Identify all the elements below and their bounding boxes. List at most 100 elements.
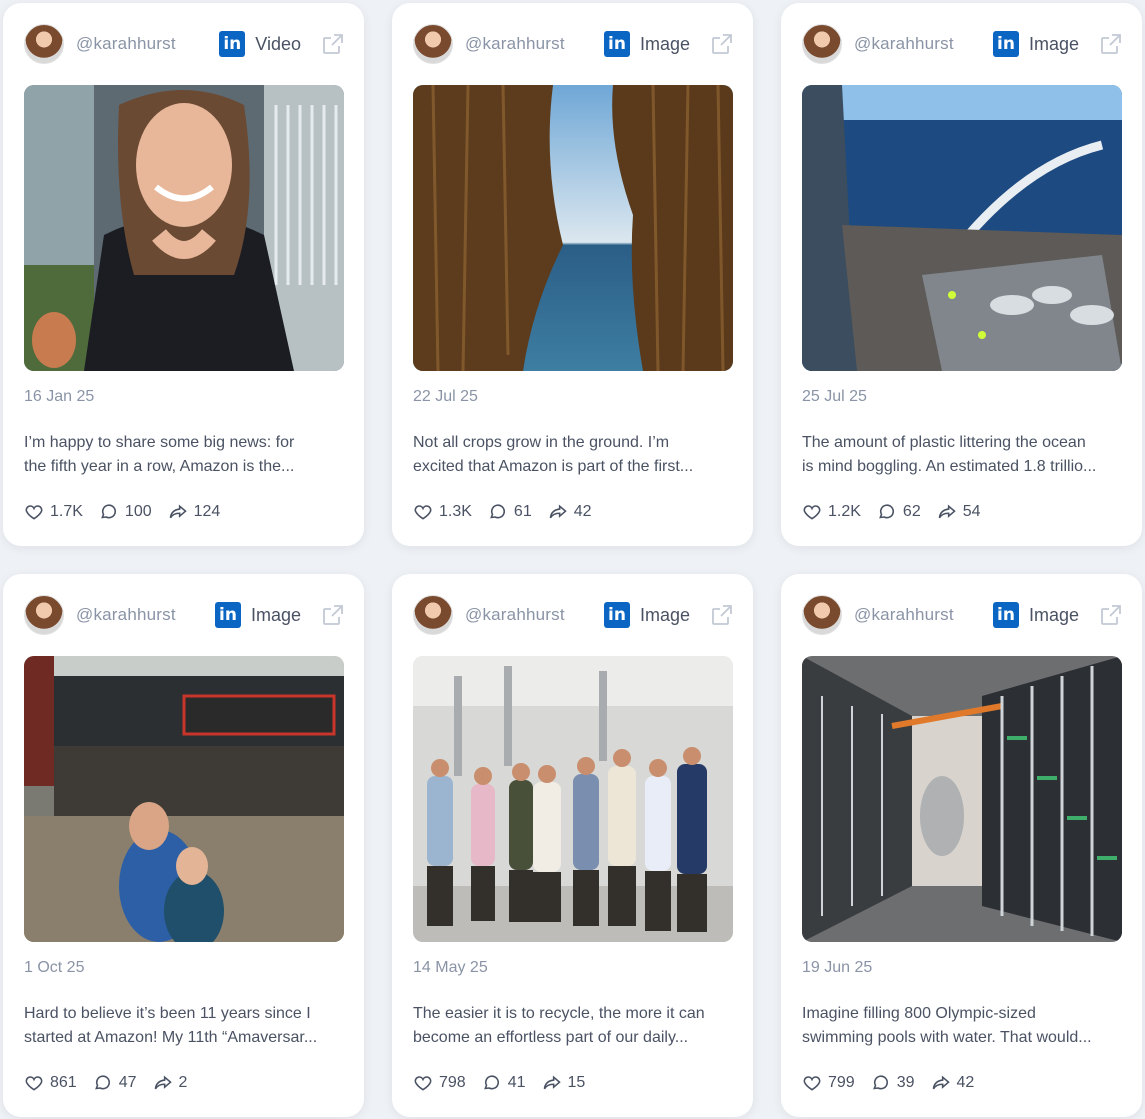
shares-count: 2 (178, 1074, 188, 1091)
post-date: 14 May 25 (413, 959, 488, 976)
caption-line: The amount of plastic littering the ocea… (802, 434, 1086, 451)
post-stats: 798 41 15 (413, 1073, 601, 1093)
linkedin-icon: in (603, 602, 630, 628)
post-grid: @karahhurst in Video 16 Jan 25 I’m happy… (0, 0, 1145, 1119)
post-date: 19 Jun 25 (802, 959, 873, 976)
avatar[interactable] (802, 595, 842, 635)
share-icon (154, 1075, 172, 1090)
external-link-icon[interactable] (710, 603, 734, 627)
post-card[interactable]: @karahhurst in Image 25 Jul 25 The amoun… (781, 3, 1142, 546)
post-card[interactable]: @karahhurst in Image 1 Oct 25 Hard to be… (3, 574, 364, 1117)
shares-count: 54 (962, 503, 981, 520)
post-header: @karahhurst in Image (413, 24, 734, 64)
heart-icon (414, 1076, 432, 1091)
linkedin-icon: in (992, 602, 1019, 628)
author-handle[interactable]: @karahhurst (76, 605, 176, 625)
comments-count: 41 (507, 1074, 526, 1091)
post-image[interactable] (802, 656, 1122, 942)
comments-stat: 61 (488, 502, 532, 522)
author-handle[interactable]: @karahhurst (854, 34, 954, 54)
post-image[interactable] (413, 85, 733, 371)
post-video-thumbnail[interactable] (24, 85, 344, 371)
likes-count: 861 (50, 1074, 77, 1091)
post-stats: 799 39 42 (802, 1073, 990, 1093)
post-image[interactable] (802, 85, 1122, 371)
post-caption[interactable]: The amount of plastic littering the ocea… (802, 431, 1124, 479)
comments-stat: 62 (877, 502, 921, 522)
avatar[interactable] (24, 24, 64, 64)
comment-icon (879, 504, 894, 519)
external-link-icon[interactable] (321, 603, 345, 627)
likes-stat: 1.2K (802, 502, 861, 522)
post-stats: 1.2K 62 54 (802, 502, 997, 522)
external-link-icon[interactable] (321, 32, 345, 56)
author-handle[interactable]: @karahhurst (465, 605, 565, 625)
post-stats: 1.7K 100 124 (24, 502, 236, 522)
heart-icon (803, 505, 821, 520)
post-image[interactable] (413, 656, 733, 942)
external-link-icon[interactable] (710, 32, 734, 56)
likes-count: 1.7K (50, 503, 83, 520)
likes-count: 1.3K (439, 503, 472, 520)
external-link-icon[interactable] (1099, 32, 1123, 56)
caption-line: I’m happy to share some big news: for (24, 434, 295, 451)
share-icon (543, 1075, 561, 1090)
likes-count: 1.2K (828, 503, 861, 520)
linkedin-icon: in (219, 31, 246, 57)
media-type-label: Video (255, 33, 301, 54)
caption-line: started at Amazon! My 11th “Amaversar... (24, 1029, 318, 1046)
author-handle[interactable]: @karahhurst (854, 605, 954, 625)
caption-line: Not all crops grow in the ground. I’m (413, 434, 670, 451)
avatar[interactable] (413, 24, 453, 64)
likes-stat: 799 (802, 1073, 855, 1093)
post-card[interactable]: @karahhurst in Image 22 Jul 25 Not all c… (392, 3, 753, 546)
caption-line: excited that Amazon is part of the first… (413, 458, 694, 475)
likes-stat: 861 (24, 1073, 77, 1093)
shares-stat: 42 (931, 1073, 975, 1093)
comment-icon (101, 504, 116, 519)
post-caption[interactable]: I’m happy to share some big news: for th… (24, 431, 346, 479)
likes-count: 798 (439, 1074, 466, 1091)
heart-icon (414, 505, 432, 520)
avatar[interactable] (413, 595, 453, 635)
post-caption[interactable]: Imagine filling 800 Olympic-sized swimmi… (802, 1002, 1124, 1050)
shares-stat: 124 (168, 502, 220, 522)
comments-stat: 41 (482, 1073, 526, 1093)
media-type-label: Image (1028, 604, 1079, 625)
post-stats: 1.3K 61 42 (413, 502, 608, 522)
shares-count: 42 (956, 1074, 975, 1091)
linkedin-icon: in (214, 602, 241, 628)
external-link-icon[interactable] (1099, 603, 1123, 627)
post-caption[interactable]: The easier it is to recycle, the more it… (413, 1002, 735, 1050)
post-date: 16 Jan 25 (24, 388, 95, 405)
comments-count: 62 (902, 503, 921, 520)
linkedin-icon: in (992, 31, 1019, 57)
avatar[interactable] (802, 24, 842, 64)
post-date: 22 Jul 25 (413, 388, 478, 405)
heart-icon (25, 505, 43, 520)
heart-icon (25, 1076, 43, 1091)
post-caption[interactable]: Not all crops grow in the ground. I’m ex… (413, 431, 735, 479)
comments-stat: 100 (99, 502, 152, 522)
post-caption[interactable]: Hard to believe it’s been 11 years since… (24, 1002, 346, 1050)
post-card[interactable]: @karahhurst in Video 16 Jan 25 I’m happy… (3, 3, 364, 546)
media-type-label: Image (639, 33, 690, 54)
comments-stat: 39 (871, 1073, 915, 1093)
shares-stat: 15 (542, 1073, 585, 1093)
author-handle[interactable]: @karahhurst (465, 34, 565, 54)
comment-icon (94, 1075, 110, 1090)
post-header: @karahhurst in Image (802, 24, 1123, 64)
caption-line: Imagine filling 800 Olympic-sized (802, 1005, 1036, 1022)
post-card[interactable]: @karahhurst in Image 14 May 25 The easie… (392, 574, 753, 1117)
share-icon (932, 1075, 950, 1090)
comment-icon (490, 504, 505, 519)
post-card[interactable]: @karahhurst in Image 19 Jun 25 Imagine f… (781, 574, 1142, 1117)
comments-count: 39 (896, 1074, 915, 1091)
author-handle[interactable]: @karahhurst (76, 34, 176, 54)
caption-line: the fifth year in a row, Amazon is the..… (24, 458, 295, 475)
share-icon (938, 504, 956, 519)
post-date: 1 Oct 25 (24, 959, 85, 976)
share-icon (169, 504, 187, 519)
post-image[interactable] (24, 656, 344, 942)
avatar[interactable] (24, 595, 64, 635)
